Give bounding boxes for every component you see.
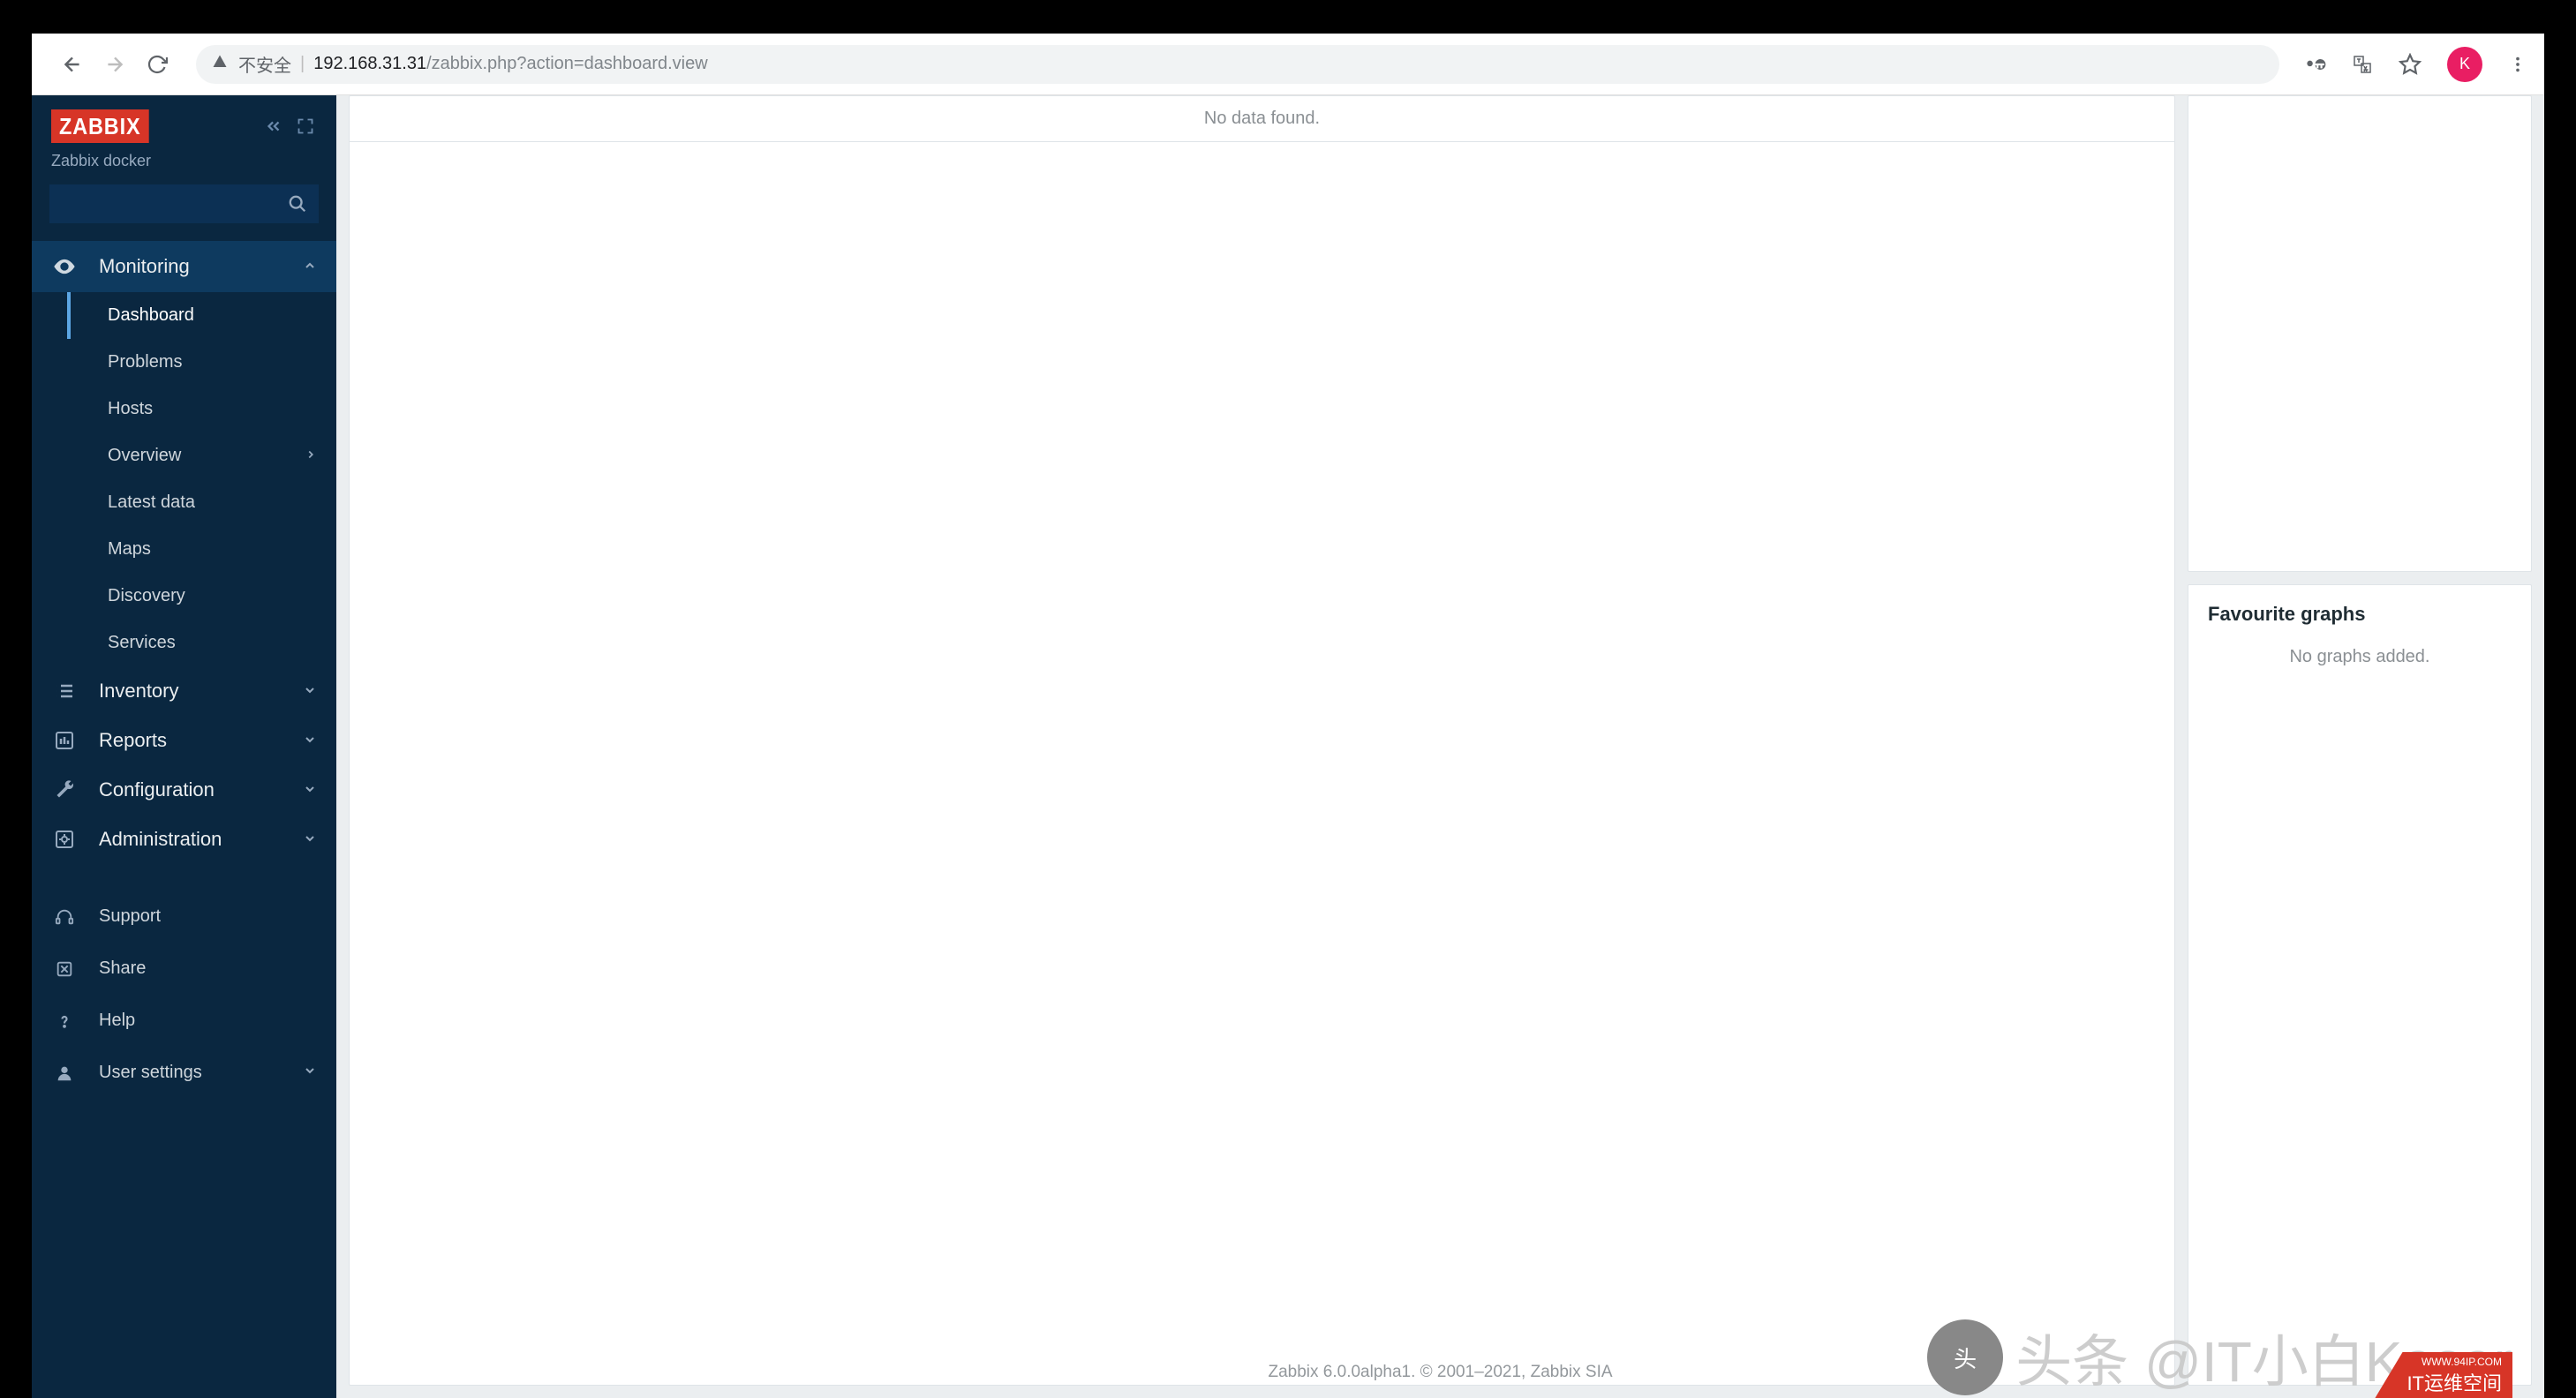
- url-host: 192.168.31.31: [313, 54, 426, 74]
- nav-inventory[interactable]: Inventory: [32, 666, 336, 716]
- nav-services[interactable]: Services: [32, 620, 336, 666]
- watermark-avatar-icon: 头: [1927, 1319, 2003, 1395]
- chevron-down-icon: [303, 828, 317, 851]
- nav-monitoring[interactable]: Monitoring: [32, 241, 336, 292]
- no-data-message: No data found.: [350, 96, 2174, 142]
- sidebar-subtitle: Zabbix docker: [32, 143, 336, 184]
- chevron-down-icon: [303, 778, 317, 801]
- security-label: 不安全: [238, 51, 291, 77]
- chevron-down-icon: [303, 1063, 317, 1083]
- chevron-up-icon: [303, 255, 317, 278]
- search-input[interactable]: [61, 195, 288, 214]
- nav-support[interactable]: Support: [32, 891, 336, 943]
- nav-label: Inventory: [99, 680, 179, 703]
- nav-problems[interactable]: Problems: [32, 339, 336, 386]
- headset-icon: [51, 907, 78, 927]
- collapse-sidebar-icon[interactable]: [262, 115, 285, 138]
- wrench-icon: [51, 779, 78, 800]
- chevron-right-icon: [305, 446, 317, 466]
- chevron-down-icon: [303, 680, 317, 703]
- nav-administration[interactable]: Administration: [32, 815, 336, 864]
- nav-configuration[interactable]: Configuration: [32, 765, 336, 815]
- chevron-down-icon: [303, 729, 317, 752]
- back-button[interactable]: [51, 43, 94, 86]
- question-icon: [51, 1012, 78, 1030]
- favourite-graphs-widget: Favourite graphs No graphs added.: [2188, 584, 2532, 1386]
- watermark-tag-text: IT运维空间: [2407, 1372, 2502, 1394]
- search-icon[interactable]: [288, 194, 307, 214]
- widget-empty-message: No graphs added.: [2188, 635, 2531, 680]
- bookmark-star-icon[interactable]: [2394, 49, 2426, 80]
- nav-label: Configuration: [99, 778, 215, 801]
- watermark-tag-small: WWW.94IP.COM: [2407, 1356, 2502, 1368]
- gear-icon: [51, 829, 78, 850]
- blank-widget: [2188, 95, 2532, 572]
- zabbix-logo[interactable]: ZABBIX: [51, 109, 149, 143]
- eye-icon: [51, 254, 78, 279]
- url-path: /zabbix.php?action=dashboard.view: [426, 54, 708, 74]
- nav-label: Monitoring: [99, 255, 190, 278]
- browser-menu-icon[interactable]: [2504, 50, 2532, 79]
- nav-user-settings[interactable]: User settings: [32, 1047, 336, 1099]
- nav-maps[interactable]: Maps: [32, 526, 336, 573]
- nav-reports[interactable]: Reports: [32, 716, 336, 765]
- profile-avatar[interactable]: K: [2447, 47, 2482, 82]
- user-icon: [51, 1064, 78, 1083]
- nav-discovery[interactable]: Discovery: [32, 573, 336, 620]
- nav-label: Help: [99, 1011, 135, 1031]
- nav-overview[interactable]: Overview: [32, 432, 336, 479]
- address-bar[interactable]: 不安全 | 192.168.31.31/zabbix.php?action=da…: [196, 45, 2279, 84]
- translate-icon[interactable]: [2346, 49, 2378, 80]
- insecure-icon: [212, 54, 228, 75]
- forward-button[interactable]: [94, 43, 136, 86]
- sidebar: ZABBIX Zabbix docker: [32, 95, 336, 1398]
- nav-hosts[interactable]: Hosts: [32, 386, 336, 432]
- widget-title: Favourite graphs: [2188, 585, 2531, 635]
- nav-label: Administration: [99, 828, 222, 851]
- browser-toolbar: 不安全 | 192.168.31.31/zabbix.php?action=da…: [32, 34, 2544, 95]
- address-separator: |: [300, 54, 305, 74]
- nav-label: Reports: [99, 729, 167, 752]
- main-content: No data found. Favourite graphs No graph…: [336, 95, 2544, 1398]
- fullscreen-icon[interactable]: [294, 115, 317, 138]
- nav-label: User settings: [99, 1063, 202, 1083]
- data-widget: No data found.: [349, 95, 2175, 1386]
- nav-dashboard[interactable]: Dashboard: [32, 292, 336, 339]
- share-icon: [51, 959, 78, 979]
- reload-button[interactable]: [136, 43, 178, 86]
- nav-label: Share: [99, 958, 146, 979]
- nav-label: Support: [99, 906, 161, 927]
- nav-help[interactable]: Help: [32, 995, 336, 1047]
- nav-latest-data[interactable]: Latest data: [32, 479, 336, 526]
- key-icon[interactable]: [2299, 49, 2331, 80]
- sidebar-search[interactable]: [49, 184, 319, 223]
- chart-icon: [51, 730, 78, 751]
- nav-share[interactable]: Share: [32, 943, 336, 995]
- list-icon: [51, 680, 78, 702]
